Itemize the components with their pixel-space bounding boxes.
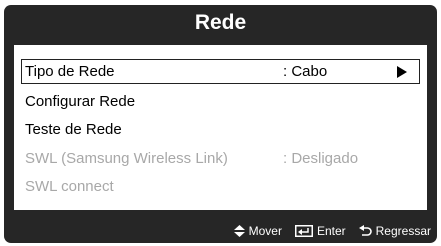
- hint-return: Regressar: [358, 224, 431, 238]
- menu-item-label: SWL (Samsung Wireless Link): [25, 150, 228, 167]
- up-down-arrows-icon: [233, 225, 245, 237]
- menu-item-label: Tipo de Rede: [25, 63, 115, 80]
- hint-return-label: Regressar: [375, 224, 431, 238]
- menu-item-value: : Desligado: [283, 150, 359, 167]
- menu-item-swl: SWL (Samsung Wireless Link) : Desligado: [22, 146, 419, 171]
- menu-item-network-test[interactable]: Teste de Rede: [22, 117, 419, 142]
- network-menu: Rede Tipo de Rede : Cabo Configurar Rede…: [4, 5, 437, 243]
- menu-item-label: Teste de Rede: [25, 121, 122, 138]
- menu-item-swl-connect: SWL connect: [22, 174, 419, 199]
- hint-enter: Enter: [294, 224, 346, 238]
- menu-item-label: SWL connect: [25, 178, 114, 195]
- menu-list: Tipo de Rede : Cabo Configurar Rede Test…: [14, 45, 427, 210]
- menu-item-label: Configurar Rede: [25, 93, 136, 110]
- hint-move: Mover: [233, 224, 282, 238]
- hint-move-label: Mover: [248, 224, 282, 238]
- menu-title: Rede: [194, 10, 247, 34]
- menu-item-network-type[interactable]: Tipo de Rede : Cabo: [21, 59, 420, 84]
- enter-icon: [294, 225, 313, 237]
- menu-item-value: : Cabo: [283, 63, 328, 80]
- hint-enter-label: Enter: [316, 224, 346, 238]
- footer-hints: Mover Enter Regressar: [4, 219, 437, 243]
- return-icon: [358, 225, 372, 236]
- arrow-right-icon: [397, 66, 407, 78]
- menu-item-network-settings[interactable]: Configurar Rede: [22, 89, 419, 114]
